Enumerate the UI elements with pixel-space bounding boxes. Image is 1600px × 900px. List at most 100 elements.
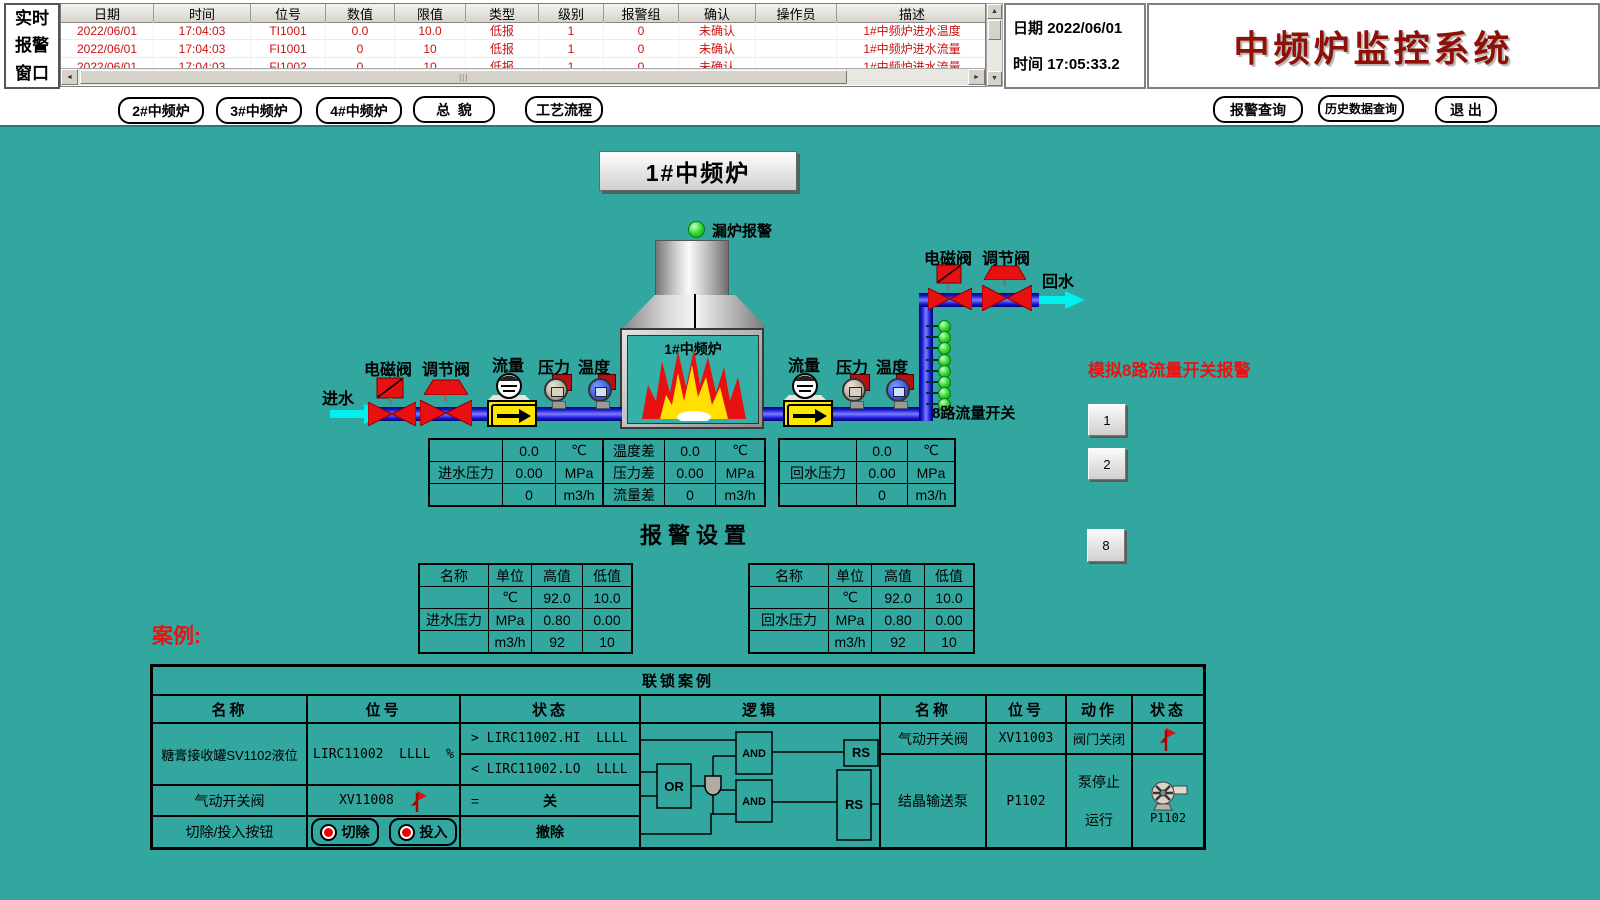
flow-meter[interactable] [783, 400, 833, 427]
scroll-right-icon[interactable]: ► [968, 69, 985, 85]
rs-block-label: RS [845, 797, 863, 812]
cell[interactable]: 92 [532, 631, 583, 654]
control-actuator-icon[interactable] [984, 263, 1026, 280]
column-header[interactable]: 数值 [326, 4, 395, 23]
scroll-down-icon[interactable]: ▼ [987, 71, 1002, 86]
cell[interactable]: 0.80 [872, 609, 925, 631]
sim-alarm-label: 模拟8路流量开关报警 [1088, 356, 1250, 381]
column-header: 动作 [1066, 695, 1132, 723]
alarm-row[interactable]: 2022/06/01 17:04:03 FI1002 0 10 低报 1 0 未… [61, 58, 985, 68]
scada-screen: 实时 报警 窗口 日期 时间 位号 数值 限值 类型 级别 报警组 确认 操作员… [0, 0, 1600, 900]
cell[interactable]: 0.00 [925, 609, 975, 631]
column-header[interactable]: 级别 [539, 4, 604, 23]
cell: 1#中频炉进水流量 [837, 40, 985, 57]
leak-alarm-label: 漏炉报警 [712, 220, 772, 241]
cell: 1 [539, 40, 604, 57]
nav-button-furnace4[interactable]: 4#中频炉 [316, 97, 402, 124]
pump-tag-label: P1102 [1150, 811, 1186, 825]
scrollbar-track[interactable] [987, 19, 1002, 71]
cell: 1#中频炉进水温度 [837, 22, 985, 39]
cell[interactable]: 10.0 [925, 587, 975, 609]
column-header[interactable]: 描述 [837, 4, 986, 23]
scrollbar-thumb[interactable]: ||| [80, 70, 847, 84]
inlet-value-table: 0.0 ℃ 进水压力 0.00 MPa 0 m3/h [428, 438, 604, 507]
exit-button[interactable]: 退 出 [1435, 96, 1497, 123]
history-query-button[interactable]: 历史数据查询 [1318, 95, 1404, 122]
nav-button-overview[interactable]: 总 貌 [413, 96, 495, 123]
cell: 0.00 [857, 462, 908, 484]
solenoid-actuator-icon[interactable] [936, 264, 962, 284]
and-gate-label: AND [742, 748, 766, 760]
scrollbar-thumb[interactable] [988, 20, 1001, 40]
output-pump-action: 泵停止 运行 [1066, 754, 1132, 848]
cell[interactable]: 92 [872, 631, 925, 654]
column-header[interactable]: 位号 [251, 4, 326, 23]
vertical-scrollbar[interactable]: ▲ ▼ [986, 3, 1003, 87]
sensor-base [596, 401, 610, 409]
flow-switch-button-1[interactable]: 1 [1088, 404, 1126, 436]
nav-button-process-flow[interactable]: 工艺流程 [525, 96, 603, 123]
column-header[interactable]: 日期 [61, 4, 154, 23]
horizontal-scrollbar[interactable]: ◄ ||| ► [61, 68, 985, 85]
furnace-chamber: 1#中频炉 [627, 335, 759, 424]
cell: 0.0 [665, 439, 716, 462]
alarm-row[interactable]: 2022/06/01 17:04:03 FI1001 0 10 低报 1 0 未… [61, 40, 985, 58]
solenoid-actuator-icon[interactable] [376, 377, 404, 399]
cell [429, 439, 503, 462]
column-header[interactable]: 限值 [395, 4, 466, 23]
column-header[interactable]: 确认 [679, 4, 756, 23]
time-value: 17:05:33.2 [1047, 56, 1120, 73]
cell[interactable]: 10 [925, 631, 975, 654]
control-valve-icon[interactable] [982, 285, 1032, 311]
column-header: 低值 [925, 564, 975, 587]
leak-alarm-lamp [688, 221, 705, 238]
hood-split-line [694, 294, 696, 328]
scroll-up-icon[interactable]: ▲ [987, 4, 1002, 19]
interlock-input-tag: LIRC11002 LLLL % [307, 723, 460, 785]
cell[interactable]: 92.0 [872, 587, 925, 609]
sensor-base [850, 401, 864, 409]
sensor-base [552, 401, 566, 409]
interlock-condition-high: > LIRC11002.HI LLLL % [460, 723, 640, 754]
cell: 0 [604, 58, 679, 68]
cell: m3/h [829, 631, 872, 654]
furnace1-title-button[interactable]: 1#中频炉 [599, 151, 797, 191]
flow-switch-button-8[interactable]: 8 [1087, 529, 1125, 562]
datetime-panel: 日期 2022/06/01 时间 17:05:33.2 [1004, 3, 1146, 89]
solenoid-valve-icon[interactable] [368, 402, 416, 426]
nav-button-furnace3[interactable]: 3#中频炉 [216, 97, 302, 124]
cell: 未确认 [679, 58, 756, 68]
engage-radio-button[interactable]: 投入 [389, 818, 457, 846]
cell[interactable]: 10 [583, 631, 633, 654]
nav-button-furnace2[interactable]: 2#中频炉 [118, 97, 204, 124]
column-header[interactable]: 时间 [154, 4, 251, 23]
alarm-query-button[interactable]: 报警查询 [1213, 96, 1303, 123]
solenoid-valve-icon[interactable] [928, 288, 972, 310]
interlock-input-name: 糖膏接收罐SV1102液位 [152, 723, 307, 785]
cell: 压力差 [603, 462, 665, 484]
scroll-left-icon[interactable]: ◄ [61, 69, 78, 85]
cell[interactable]: 92.0 [532, 587, 583, 609]
cut-out-radio-button[interactable]: 切除 [311, 818, 379, 846]
cell: 17:04:03 [154, 40, 251, 57]
column-header[interactable]: 类型 [466, 4, 539, 23]
alarm-row[interactable]: 2022/06/01 17:04:03 TI1001 0.0 10.0 低报 1… [61, 22, 985, 40]
column-header[interactable]: 操作员 [756, 4, 837, 23]
alarm-settings-title: 报警设置 [640, 518, 752, 550]
flow-switch-button-2[interactable]: 2 [1088, 448, 1126, 480]
control-actuator-icon[interactable] [424, 377, 468, 395]
cell[interactable]: 0.80 [532, 609, 583, 631]
column-header: 低值 [583, 564, 633, 587]
flow-meter[interactable] [487, 400, 537, 427]
cell: 未确认 [679, 40, 756, 57]
scrollbar-track[interactable]: ||| [78, 69, 968, 85]
output-pump-name: 结晶输送泵 [880, 754, 986, 848]
cell[interactable]: 10.0 [583, 587, 633, 609]
column-header[interactable]: 报警组 [604, 4, 679, 23]
cell: ℃ [716, 439, 766, 462]
cell[interactable]: 0.00 [583, 609, 633, 631]
cell: 0.00 [503, 462, 556, 484]
control-valve-icon[interactable] [420, 400, 472, 426]
output-pump-status-cell: P1102 [1132, 754, 1204, 848]
cell: 回水压力 [779, 462, 857, 484]
